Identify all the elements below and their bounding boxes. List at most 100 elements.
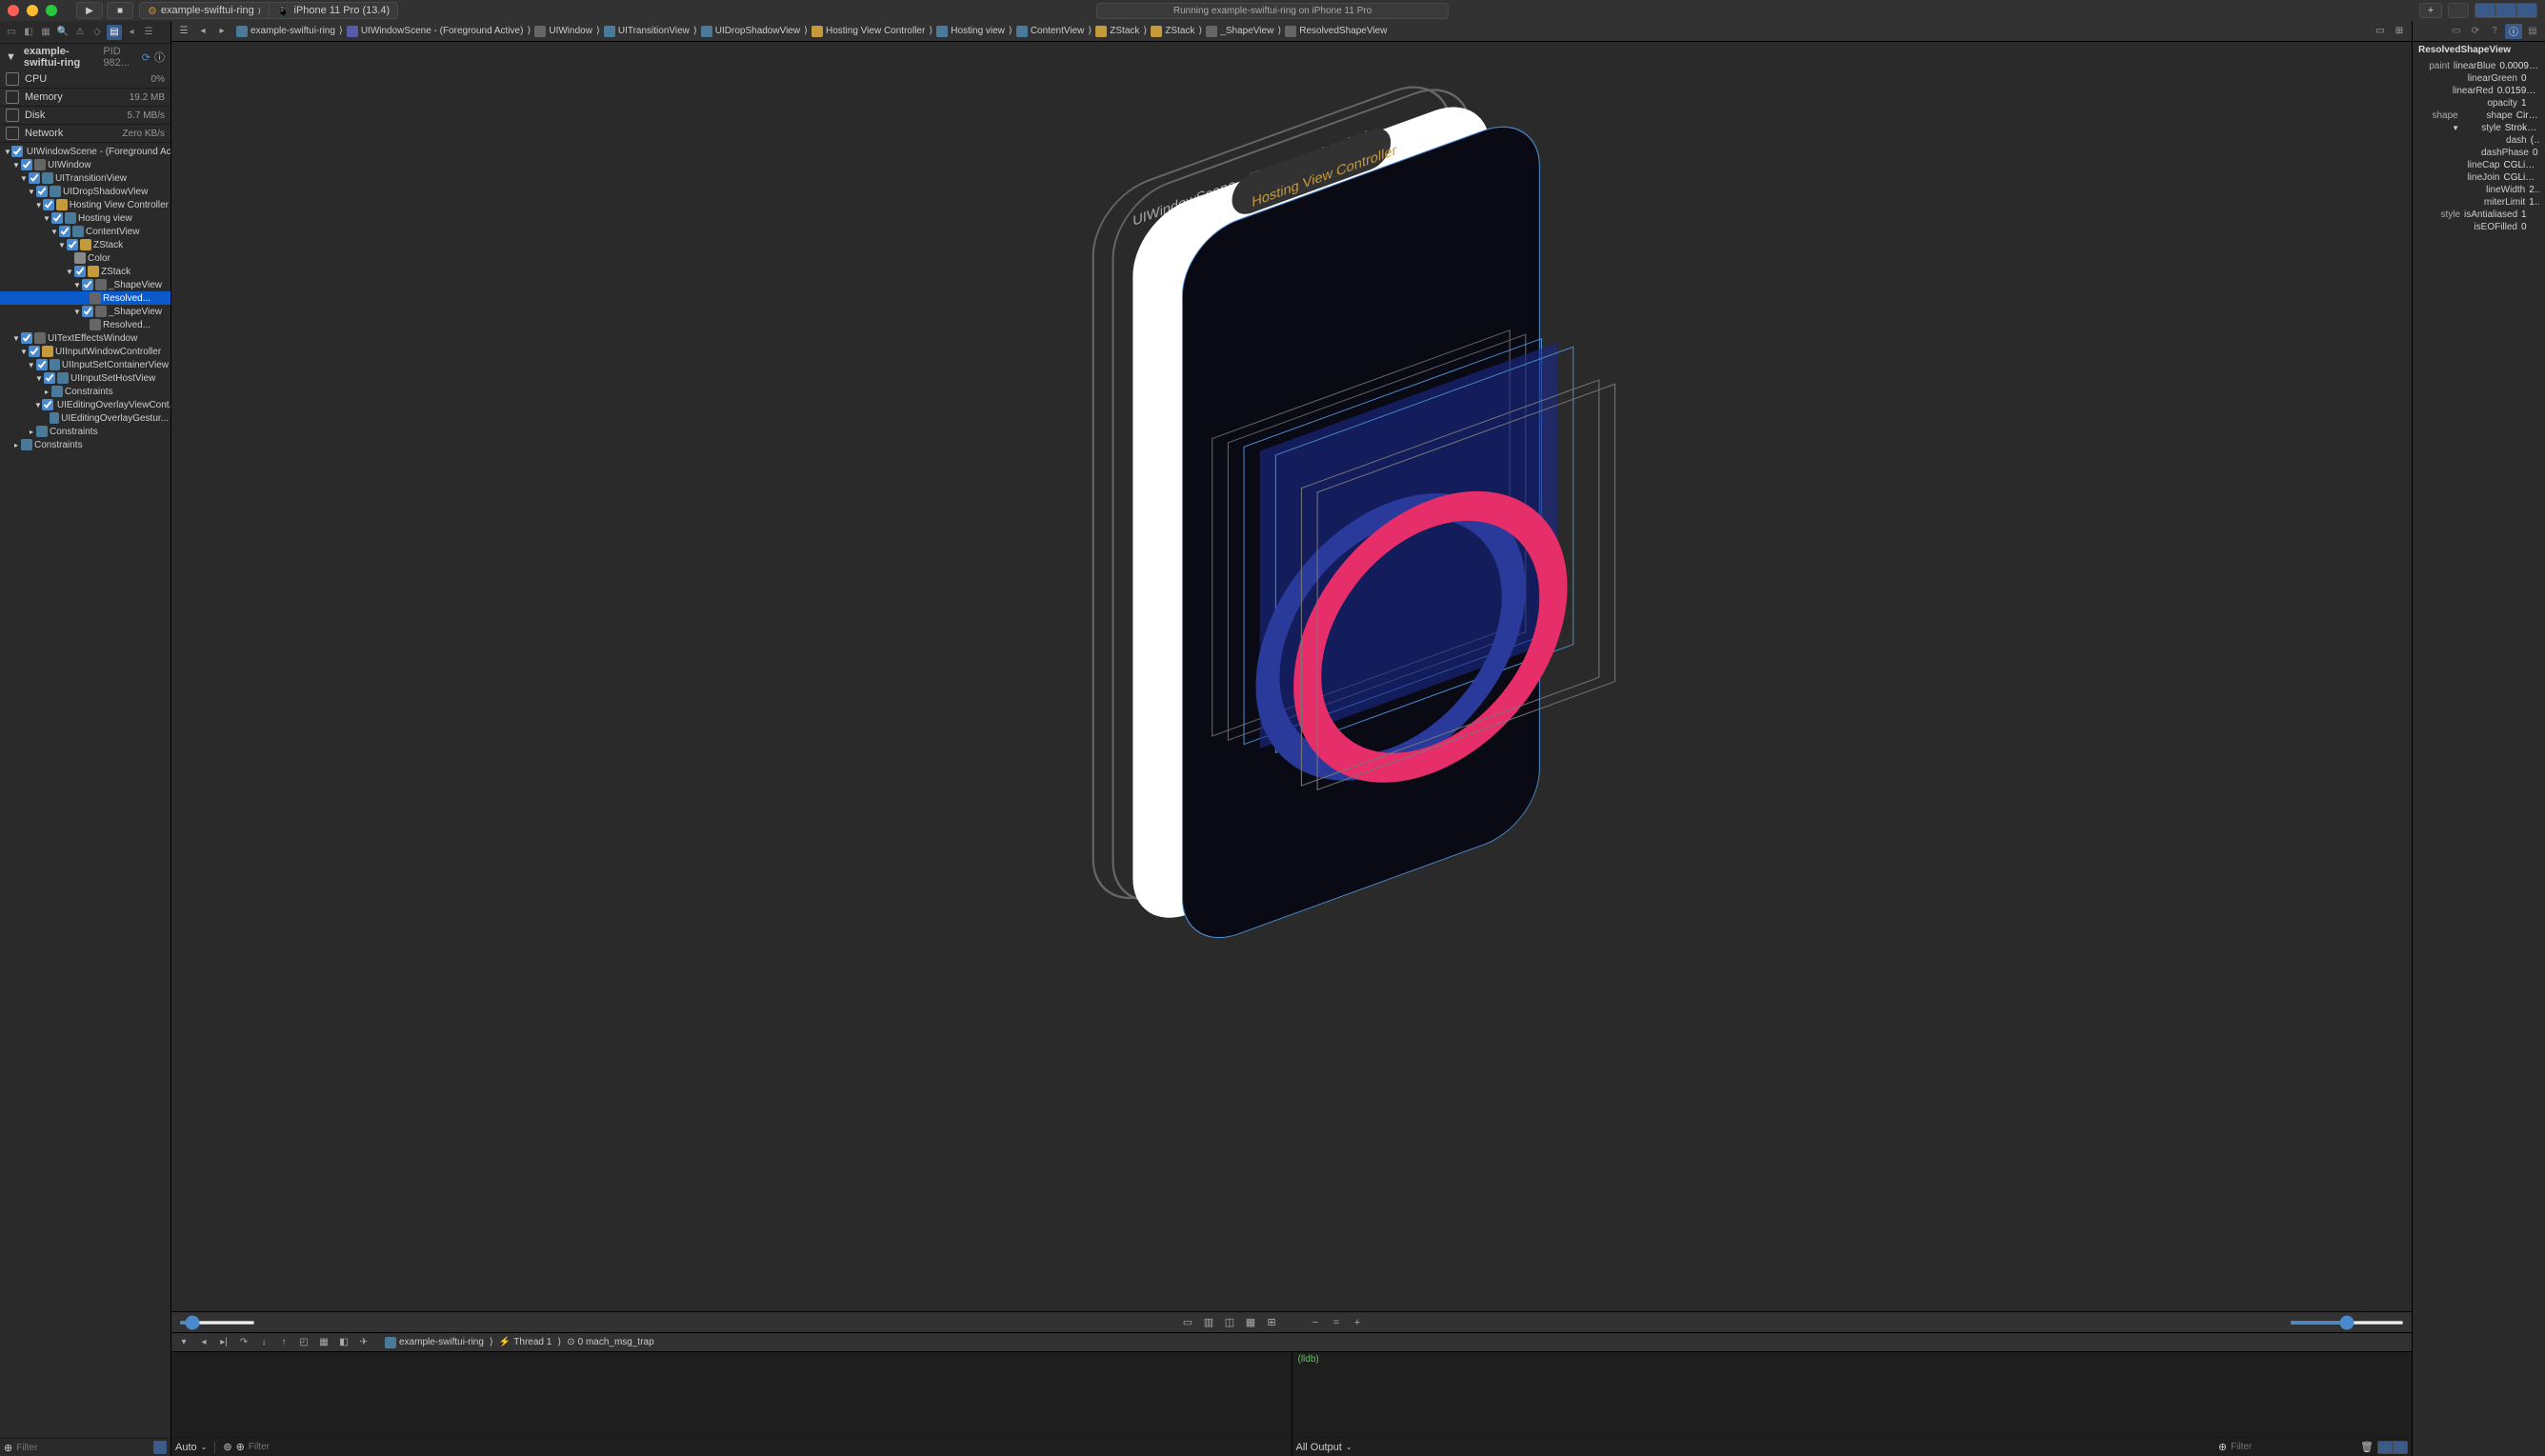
code-review-button[interactable] [2448,3,2469,18]
disclosure-icon[interactable]: ▼ [27,361,36,369]
debug-memory-icon[interactable]: ▦ [315,1335,332,1350]
tree-row[interactable]: ▼UITransitionView [0,171,170,185]
editor-add-icon[interactable]: ⊞ [2391,24,2408,39]
toggle-inspectors[interactable] [2516,3,2537,18]
symbol-nav-icon[interactable]: ▦ [38,25,53,40]
disclosure-icon[interactable]: ▸ [11,441,21,449]
visibility-checkbox[interactable] [44,372,55,384]
memory-gauge-row[interactable]: Memory19.2 MB [0,89,170,107]
visibility-checkbox[interactable] [82,279,93,290]
filter-option-icon[interactable] [153,1441,167,1454]
breadcrumb[interactable]: Hosting View Controller [808,26,929,37]
cpu-gauge-row[interactable]: CPU0% [0,70,170,89]
breadcrumb[interactable]: UITransitionView [600,26,693,37]
breakpoints-toggle-icon[interactable]: ◂ [195,1335,212,1350]
layout-mode-5-icon[interactable]: ⊞ [1263,1315,1280,1330]
issue-nav-icon[interactable]: ⚠ [72,25,88,40]
breadcrumb[interactable]: example-swiftui-ring [232,26,339,37]
report-nav-icon[interactable]: ☰ [141,25,156,40]
tree-row[interactable]: UIEditingOverlayGestur... [0,411,170,425]
breadcrumb[interactable]: UIWindowScene - (Foreground Active) [343,26,528,37]
tree-row[interactable]: ▼UITextEffectsWindow [0,331,170,345]
variables-filter-input[interactable] [249,1442,1288,1452]
related-items-icon[interactable]: ☰ [175,24,192,39]
visibility-checkbox[interactable] [29,172,40,184]
breadcrumb[interactable]: ZStack [1147,26,1198,37]
tree-row[interactable]: ▼UIInputWindowController [0,345,170,358]
visibility-checkbox[interactable] [21,332,32,344]
tree-row[interactable]: ▼UIInputSetContainerView [0,358,170,371]
disclosure-icon[interactable]: ▼ [34,201,43,209]
debug-breadcrumb[interactable]: example-swiftui-ring [381,1337,488,1348]
attributes-inspector-icon[interactable]: ⓘ [2505,24,2522,39]
tree-row[interactable]: ▸Constraints [0,425,170,438]
breadcrumb[interactable]: ZStack [1092,26,1143,37]
refresh-icon[interactable]: ⟳ [142,51,150,64]
tree-row[interactable]: ▼Hosting View Controller [0,198,170,211]
history-inspector-icon[interactable]: ⟳ [2467,24,2484,39]
zoom-window[interactable] [46,5,57,16]
zoom-out-icon[interactable]: − [1307,1315,1324,1330]
info-icon[interactable]: ⓘ [154,50,165,65]
source-control-nav-icon[interactable]: ◧ [21,25,36,40]
debug-breadcrumb[interactable]: ⊙0 mach_msg_trap [563,1337,657,1347]
output-scope-label[interactable]: All Output [1296,1442,1342,1453]
trash-icon[interactable]: 🗑 [2360,1441,2374,1453]
process-header[interactable]: ▼ example-swiftui-ring PID 982... ⟳ ⓘ [0,44,170,70]
auto-scope-label[interactable]: Auto [175,1442,197,1453]
zoom-fit-icon[interactable]: = [1328,1315,1345,1330]
disk-gauge-row[interactable]: Disk5.7 MB/s [0,107,170,125]
disclosure-icon[interactable]: ▼ [57,241,67,249]
tree-row[interactable]: ▸Constraints [0,385,170,398]
visibility-checkbox[interactable] [42,399,53,410]
visibility-checkbox[interactable] [29,346,40,357]
console-right-toggle[interactable] [2393,1441,2408,1454]
tree-row[interactable]: ▼UIDropShadowView [0,185,170,198]
tree-row[interactable]: ▼UIWindowScene - (Foreground Active) [0,145,170,158]
tree-row[interactable]: ▼ZStack [0,238,170,251]
disclosure-icon[interactable]: ▼ [19,174,29,183]
disclosure-icon[interactable]: ▼ [65,268,74,276]
visibility-checkbox[interactable] [21,159,32,170]
disclosure-icon[interactable]: ▼ [72,308,82,316]
toggle-navigator[interactable] [2475,3,2495,18]
layout-mode-3-icon[interactable]: ◫ [1221,1315,1238,1330]
layout-mode-1-icon[interactable]: ▭ [1179,1315,1196,1330]
canvas[interactable]: UIWindowScene - (Foreground Active) Host… [171,42,2412,1311]
visibility-checkbox[interactable] [74,266,86,277]
visibility-checkbox[interactable] [51,212,63,224]
debug-location-icon[interactable]: ◧ [335,1335,352,1350]
debug-view-icon[interactable]: ◰ [295,1335,312,1350]
disclosure-icon[interactable]: ▼ [72,281,82,289]
tree-row[interactable]: ▼UIEditingOverlayViewCont... [0,398,170,411]
visibility-checkbox[interactable] [59,226,70,237]
step-into-icon[interactable]: ↓ [255,1335,272,1350]
tree-row[interactable]: ▼ZStack [0,265,170,278]
disclosure-icon[interactable]: ▼ [50,228,59,236]
tree-row[interactable]: Color [0,251,170,265]
file-inspector-icon[interactable]: ▭ [2448,24,2465,39]
close-window[interactable] [8,5,19,16]
visibility-checkbox[interactable] [82,306,93,317]
tree-row[interactable]: ▼UIInputSetHostView [0,371,170,385]
disclosure-icon[interactable]: ▼ [19,348,29,356]
tree-row[interactable]: ▼UIWindow [0,158,170,171]
visibility-checkbox[interactable] [43,199,54,210]
disclosure-icon[interactable]: ▼ [2452,124,2459,132]
breakpoint-nav-icon[interactable]: ◂ [124,25,139,40]
visibility-checkbox[interactable] [36,359,48,370]
run-button[interactable]: ▶ [76,2,103,19]
back-button[interactable]: ◂ [194,24,211,39]
visibility-checkbox[interactable] [36,186,48,197]
layout-mode-4-icon[interactable]: ▦ [1242,1315,1259,1330]
tree-row[interactable]: ▸Constraints [0,438,170,451]
disclosure-icon[interactable]: ▼ [11,334,21,343]
debug-simulator-icon[interactable]: ✈ [355,1335,372,1350]
help-inspector-icon[interactable]: ? [2486,24,2503,39]
step-out-icon[interactable]: ↑ [275,1335,292,1350]
disclosure-icon[interactable]: ▸ [27,428,36,436]
tree-row[interactable]: ▼_ShapeView [0,305,170,318]
tree-row[interactable]: ▼Hosting view [0,211,170,225]
forward-button[interactable]: ▸ [213,24,230,39]
scheme-selector[interactable]: ⚙example-swiftui-ring⟩ 📱iPhone 11 Pro (1… [139,2,398,19]
